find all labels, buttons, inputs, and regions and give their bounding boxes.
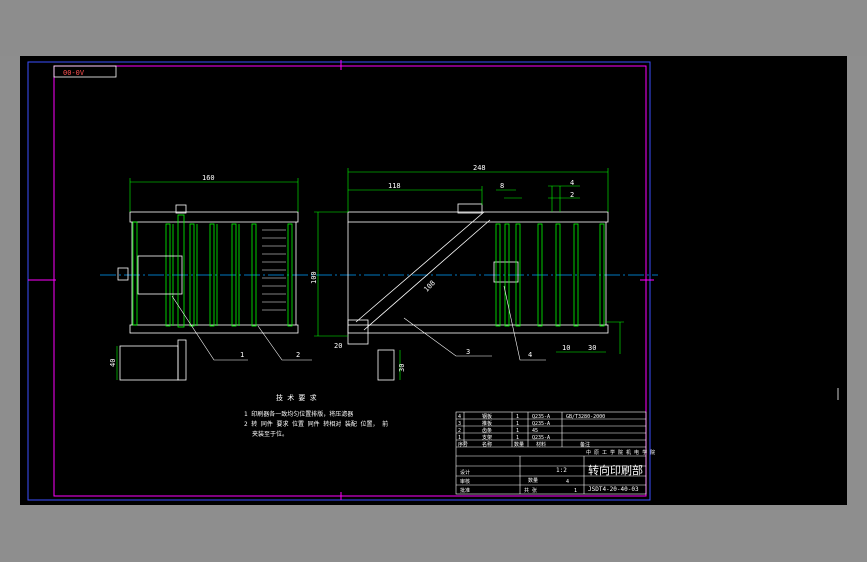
title-block-drawn: 设计 [460,469,470,476]
svg-text:备注: 备注 [580,441,590,448]
title-block-stage-b: 1 [574,488,577,494]
tech-req-line1: 1 印刷器各一致均匀位置排版，将压滤器 [244,410,353,418]
cad-application: 00-0V 160 40 248 118 8 4 2 100 108 20 30… [0,0,867,562]
svg-text:支架: 支架 [482,434,492,441]
title-block-scale: 1:2 [556,467,567,474]
dim-108-label: 108 [422,279,437,294]
svg-text:4: 4 [458,414,461,420]
drawing-canvas[interactable]: 00-0V 160 40 248 118 8 4 2 100 108 20 30… [0,0,867,562]
callout-2: 2 [296,351,300,359]
svg-text:2: 2 [458,428,461,434]
svg-text:材料: 材料 [536,441,546,448]
dimension-small-top [496,185,580,212]
dim-30b-label: 30 [398,364,406,372]
svg-text:GB/T3280-2000: GB/T3280-2000 [566,414,605,420]
svg-text:45: 45 [532,428,538,434]
tech-req-line2: 2 转 同件 要求 位置 同件 转相对 装配 位置， 前 [244,420,388,428]
svg-text:Q235-A: Q235-A [532,414,550,420]
dim-100-label: 100 [310,271,318,284]
title-block-checked: 审核 [460,478,470,485]
sheet-outer-border [27,61,651,501]
dimension-118 [348,186,483,205]
dim-4-label: 4 [570,179,574,187]
svg-text:1: 1 [516,414,519,420]
title-block-code: JSDT4-20-40-03 [588,486,639,493]
svg-text:齿条: 齿条 [482,427,492,434]
svg-text:1: 1 [458,435,461,441]
svg-text:名称: 名称 [482,441,492,448]
svg-text:Q235-A: Q235-A [532,421,550,427]
push-plate-diagonal [355,211,491,331]
dimension-100 [314,211,348,337]
title-block-sheet: 共 张 [524,487,537,494]
title-block-approved: 批准 [460,487,470,494]
dim-10-label: 10 [562,344,570,352]
dimension-160 [129,178,299,212]
svg-text:数量: 数量 [514,441,524,448]
title-block-title: 转向印刷部 [588,463,643,477]
svg-text:钢板: 钢板 [482,413,492,420]
dim-30-label: 30 [588,344,596,352]
dim-8-label: 8 [500,182,504,190]
title-block-stage-a: 4 [566,479,569,485]
dim-248-label: 248 [473,164,486,172]
callout-3: 3 [466,348,470,356]
sheet-inner-border [53,65,647,497]
callout-1: 1 [240,351,244,359]
dim-118-label: 118 [388,182,401,190]
corner-label: 00-0V [63,69,85,77]
title-block-rows: 4 钢板 1 Q235-A GB/T3280-2000 3 推板 1 Q235-… [458,413,605,448]
svg-text:1: 1 [516,428,519,434]
tech-req-heading: 技 术 要 求 [276,393,317,402]
left-view-rollers [132,221,293,327]
svg-text:1: 1 [516,435,519,441]
svg-text:1: 1 [516,421,519,427]
rack-teeth [262,229,286,311]
dim-2-label: 2 [570,191,574,199]
svg-text:Q235-A: Q235-A [532,435,550,441]
svg-text:序号: 序号 [458,441,468,448]
title-block-qty-label: 数量 [528,477,538,484]
tech-req-line3: 夹装至于位。 [252,430,288,438]
dim-20-label: 20 [334,342,342,350]
dim-40-label: 40 [109,359,117,367]
title-block-school: 中 原 工 学 院 机 电 学 院 [586,449,655,456]
dim-160-label: 160 [202,174,215,182]
svg-text:推板: 推板 [482,420,492,427]
callout-4: 4 [528,351,532,359]
svg-text:3: 3 [458,421,461,427]
callout-leaders [171,285,546,361]
left-bracket [117,214,187,381]
